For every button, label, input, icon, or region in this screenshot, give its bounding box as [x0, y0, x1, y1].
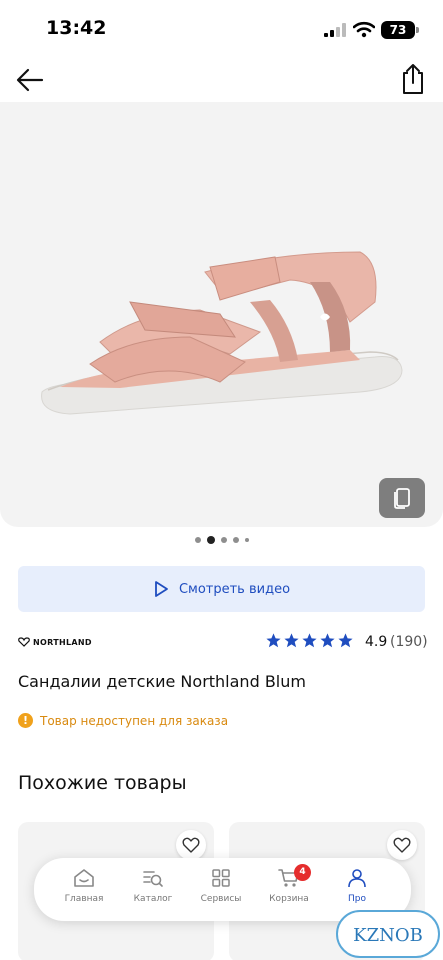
star-icon	[284, 633, 299, 648]
services-grid-icon	[212, 869, 230, 887]
availability-notice: ! Товар недоступен для заказа	[18, 713, 228, 728]
rating-stars[interactable]	[265, 632, 354, 649]
back-arrow-icon[interactable]	[14, 64, 46, 96]
battery-icon: 73	[381, 21, 419, 39]
top-nav	[0, 58, 443, 102]
brand-logo[interactable]: NORTHLAND	[18, 637, 92, 647]
watch-video-label: Смотреть видео	[178, 581, 291, 597]
cart-count-badge: 4	[294, 864, 311, 881]
share-icon[interactable]	[397, 62, 429, 96]
star-icon	[320, 633, 335, 648]
warning-icon: !	[18, 713, 33, 728]
tab-catalog[interactable]: Каталог	[118, 868, 188, 914]
tab-cart[interactable]: 4 Корзина	[254, 864, 324, 914]
northland-heart-icon	[18, 637, 30, 647]
tab-home[interactable]: Главная	[49, 868, 119, 914]
product-title: Сандалии детские Northland Blum	[18, 672, 306, 691]
brand-rating-row: NORTHLAND 4.9 (190)	[18, 630, 428, 656]
availability-text: Товар недоступен для заказа	[40, 713, 229, 728]
tab-home-label: Главная	[64, 894, 104, 904]
tab-cart-label: Корзина	[269, 894, 309, 904]
heart-icon	[393, 837, 411, 853]
pagination-dot[interactable]	[244, 538, 249, 542]
star-icon	[266, 633, 281, 648]
play-icon	[155, 581, 168, 597]
favorite-button[interactable]	[387, 830, 417, 860]
pagination-dot-active[interactable]	[206, 536, 215, 544]
star-icon	[302, 633, 317, 648]
reviews-count[interactable]: (190)	[390, 634, 428, 650]
watch-video-button[interactable]: Смотреть видео	[18, 566, 425, 612]
pagination-dot[interactable]	[194, 537, 201, 543]
product-photo	[41, 251, 403, 415]
heart-icon	[182, 837, 200, 853]
status-bar: 13:42 73	[0, 0, 443, 58]
status-time: 13:42	[46, 17, 107, 39]
product-gallery[interactable]	[0, 102, 443, 527]
brand-name: NORTHLAND	[33, 637, 92, 647]
tab-services-label: Сервисы	[200, 894, 242, 904]
wifi-icon	[353, 21, 375, 38]
watermark-text: KZNOB	[353, 925, 423, 946]
tab-catalog-label: Каталог	[133, 894, 173, 904]
watermark-badge: KZNOB	[336, 910, 440, 958]
similar-products-title: Похожие товары	[18, 772, 187, 794]
pagination-dot[interactable]	[232, 537, 239, 543]
catalog-search-icon	[143, 871, 163, 887]
tab-profile[interactable]: Про	[322, 868, 392, 914]
profile-icon	[348, 869, 366, 888]
tab-services[interactable]: Сервисы	[186, 868, 256, 914]
gallery-view-button[interactable]	[379, 478, 425, 518]
pagination-dot[interactable]	[220, 537, 227, 543]
cellular-signal-icon	[324, 23, 346, 37]
cards-icon	[394, 488, 410, 509]
star-icon	[338, 633, 353, 648]
gallery-pagination	[0, 536, 443, 544]
rating-value: 4.9	[365, 634, 388, 650]
favorite-button[interactable]	[176, 830, 206, 860]
home-icon	[74, 869, 94, 887]
tab-profile-label: Про	[348, 894, 366, 904]
